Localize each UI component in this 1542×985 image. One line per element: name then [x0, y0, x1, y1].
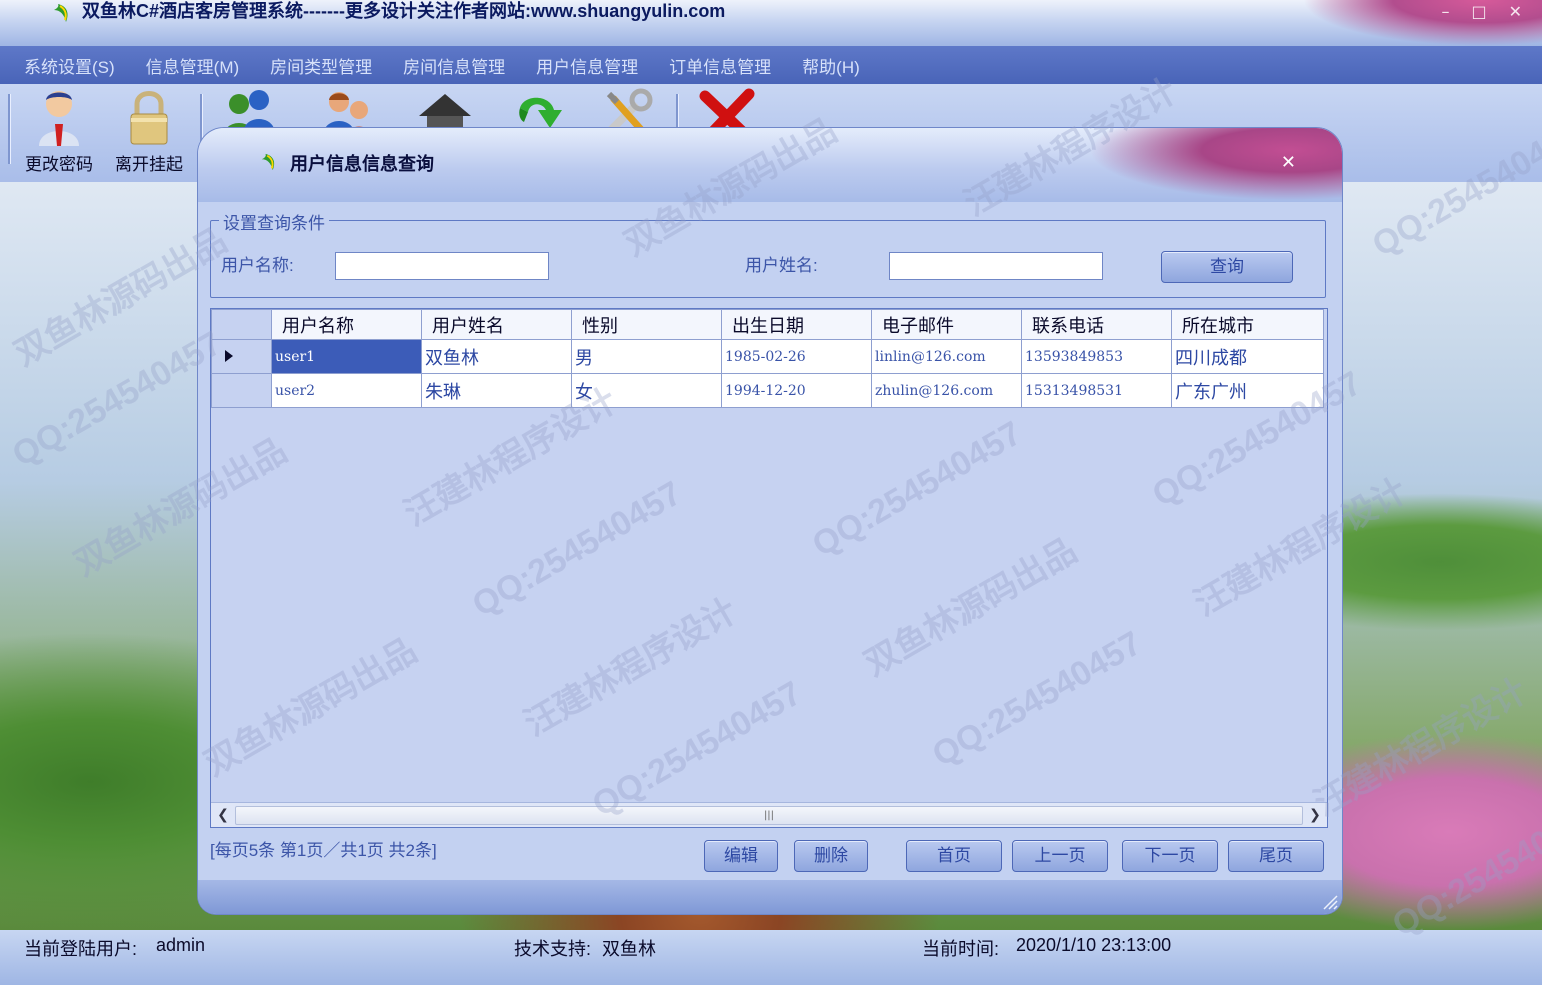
column-header[interactable]: 电子邮件 — [871, 309, 1022, 340]
toolbar-separator — [8, 94, 11, 164]
horizontal-scrollbar[interactable]: ❮ ||| ❯ — [211, 802, 1327, 827]
row-selector[interactable] — [211, 373, 272, 408]
last-page-button[interactable]: 尾页 — [1228, 840, 1324, 872]
current-user-label: 当前登陆用户: — [24, 939, 138, 959]
column-header[interactable]: 出生日期 — [721, 309, 872, 340]
dialog-title-bar[interactable]: 用户信息信息查询 ✕ — [198, 128, 1342, 202]
column-header[interactable]: 用户姓名 — [421, 309, 572, 340]
pager-info: [每页5条 第1页／共1页 共2条] — [210, 841, 437, 860]
maximize-button[interactable]: □ — [1471, 2, 1486, 21]
change-password-label: 更改密码 — [25, 155, 93, 174]
realname-input[interactable] — [889, 252, 1103, 280]
first-page-button[interactable]: 首页 — [906, 840, 1002, 872]
user-query-dialog: 用户信息信息查询 ✕ 设置查询条件 用户名称: 用户姓名: 查询 用户名称 用户… — [198, 128, 1342, 914]
tech-support-value: 双鱼林 — [602, 939, 656, 959]
padlock-icon — [130, 91, 168, 145]
menu-help[interactable]: 帮助(H) — [802, 53, 860, 78]
minimize-button[interactable]: – — [1441, 2, 1449, 21]
realname-label: 用户姓名: — [745, 256, 818, 275]
current-user-value: admin — [156, 935, 206, 955]
cell-email[interactable]: zhulin@126.com — [871, 373, 1022, 408]
cell-email[interactable]: linlin@126.com — [871, 339, 1022, 374]
row-selector[interactable] — [211, 339, 272, 374]
username-label: 用户名称: — [221, 256, 294, 275]
user-tie-icon — [39, 91, 79, 146]
row-header-corner — [211, 309, 272, 340]
column-header[interactable]: 所在城市 — [1171, 309, 1324, 340]
change-password-tool[interactable]: 更改密码 — [14, 88, 104, 175]
cell-gender[interactable]: 女 — [571, 373, 722, 408]
column-header[interactable]: 用户名称 — [271, 309, 422, 340]
cell-birthday[interactable]: 1985-02-26 — [721, 339, 872, 374]
edit-button[interactable]: 编辑 — [704, 840, 778, 872]
dialog-leaf-icon — [261, 153, 275, 171]
delete-button[interactable]: 删除 — [794, 840, 868, 872]
dialog-title-decoration — [1082, 128, 1342, 202]
users-table: 用户名称 用户姓名 性别 出生日期 电子邮件 联系电话 所在城市 user1 双… — [211, 309, 1324, 408]
menu-room-type-management[interactable]: 房间类型管理 — [270, 53, 372, 78]
menu-order-info-management[interactable]: 订单信息管理 — [669, 53, 771, 78]
query-button[interactable]: 查询 — [1161, 251, 1293, 283]
users-data-grid[interactable]: 用户名称 用户姓名 性别 出生日期 电子邮件 联系电话 所在城市 user1 双… — [210, 308, 1328, 828]
current-row-arrow-icon — [225, 350, 233, 362]
lock-tool[interactable]: 离开挂起 — [104, 88, 194, 175]
cell-name[interactable]: 双鱼林 — [421, 339, 572, 374]
tech-support-label: 技术支持: — [514, 939, 592, 959]
group-title: 设置查询条件 — [219, 209, 329, 234]
current-time-label: 当前时间: — [922, 939, 1000, 959]
scroll-right-icon[interactable]: ❯ — [1305, 805, 1325, 825]
dialog-footer — [198, 880, 1342, 914]
table-row[interactable]: user1 双鱼林 男 1985-02-26 linlin@126.com 13… — [211, 339, 1324, 374]
table-header-row: 用户名称 用户姓名 性别 出生日期 电子邮件 联系电话 所在城市 — [211, 309, 1324, 340]
dialog-close-button[interactable]: ✕ — [1281, 152, 1296, 173]
column-header[interactable]: 联系电话 — [1021, 309, 1172, 340]
scroll-left-icon[interactable]: ❮ — [213, 805, 233, 825]
cell-birthday[interactable]: 1994-12-20 — [721, 373, 872, 408]
cell-city[interactable]: 广东广州 — [1171, 373, 1324, 408]
current-time-value: 2020/1/10 23:13:00 — [1016, 935, 1172, 955]
username-input[interactable] — [335, 252, 549, 280]
cell-phone[interactable]: 13593849853 — [1021, 339, 1172, 374]
column-header[interactable]: 性别 — [571, 309, 722, 340]
cell-username[interactable]: user1 — [271, 339, 422, 374]
app-leaf-icon — [54, 4, 68, 22]
dialog-title: 用户信息信息查询 — [290, 154, 434, 174]
menu-bar: 系统设置(S) 信息管理(M) 房间类型管理 房间信息管理 用户信息管理 订单信… — [0, 46, 1542, 84]
menu-info-management[interactable]: 信息管理(M) — [146, 53, 239, 78]
main-title-bar[interactable]: 双鱼林C#酒店客房管理系统-------更多设计关注作者网站:www.shuan… — [0, 0, 1542, 46]
next-page-button[interactable]: 下一页 — [1122, 840, 1218, 872]
close-button[interactable]: ✕ — [1509, 2, 1522, 21]
query-conditions-group: 设置查询条件 用户名称: 用户姓名: 查询 — [210, 209, 1326, 298]
cell-name[interactable]: 朱琳 — [421, 373, 572, 408]
cell-city[interactable]: 四川成都 — [1171, 339, 1324, 374]
cell-username[interactable]: user2 — [271, 373, 422, 408]
scroll-thumb[interactable]: ||| — [235, 806, 1303, 825]
prev-page-button[interactable]: 上一页 — [1012, 840, 1108, 872]
resize-grip-icon[interactable] — [1320, 892, 1338, 910]
menu-user-info-management[interactable]: 用户信息管理 — [536, 53, 638, 78]
status-bar: 当前登陆用户: admin 技术支持: 双鱼林 当前时间: 2020/1/10 … — [0, 930, 1542, 985]
lock-label: 离开挂起 — [115, 155, 183, 174]
menu-room-info-management[interactable]: 房间信息管理 — [403, 53, 505, 78]
cell-gender[interactable]: 男 — [571, 339, 722, 374]
cell-phone[interactable]: 15313498531 — [1021, 373, 1172, 408]
window-title: 双鱼林C#酒店客房管理系统-------更多设计关注作者网站:www.shuan… — [82, 1, 726, 21]
menu-system-settings[interactable]: 系统设置(S) — [24, 53, 115, 78]
table-row[interactable]: user2 朱琳 女 1994-12-20 zhulin@126.com 153… — [211, 373, 1324, 408]
